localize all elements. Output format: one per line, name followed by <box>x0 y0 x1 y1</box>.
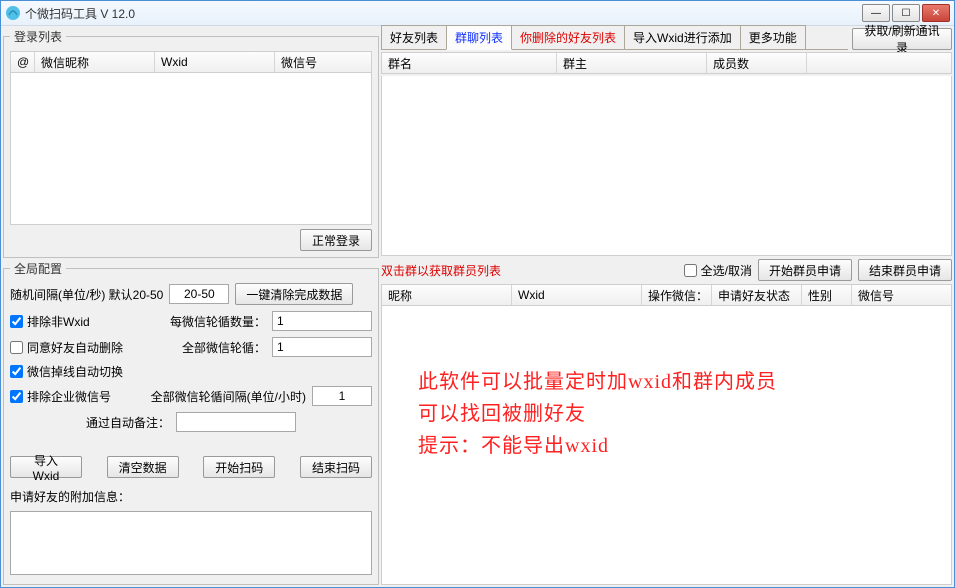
right-top: 好友列表 群聊列表 你删除的好友列表 导入Wxid进行添加 更多功能 获取/刷新… <box>381 28 952 50</box>
group-col-members[interactable]: 成员数 <box>707 53 807 73</box>
app-icon <box>5 5 21 21</box>
mid-bar: 双击群以获取群员列表 全选/取消 开始群员申请 结束群员申请 <box>381 258 952 282</box>
overlay-line2: 可以找回被删好友 <box>418 398 777 430</box>
start-scan-button[interactable]: 开始扫码 <box>203 456 275 478</box>
lower-col-gender[interactable]: 性别 <box>802 285 852 305</box>
group-table-body[interactable] <box>381 76 952 256</box>
tab-friends[interactable]: 好友列表 <box>381 25 447 49</box>
agree-auto-delete-checkbox[interactable] <box>10 341 23 354</box>
tab-groups[interactable]: 群聊列表 <box>446 25 512 50</box>
per-wx-loop-input[interactable] <box>272 311 372 331</box>
per-wx-loop-label: 每微信轮循数量： <box>170 313 266 330</box>
lower-col-wxno[interactable]: 微信号 <box>852 285 951 305</box>
offline-switch-label: 微信掉线自动切换 <box>27 363 123 380</box>
normal-login-button[interactable]: 正常登录 <box>300 229 372 251</box>
login-table-header: @ 微信昵称 Wxid 微信号 <box>10 51 372 73</box>
group-col-blank[interactable] <box>807 53 951 73</box>
tab-import-wxid[interactable]: 导入Wxid进行添加 <box>624 25 741 49</box>
refresh-contacts-button[interactable]: 获取/刷新通讯录 <box>852 28 952 50</box>
right-panel: 好友列表 群聊列表 你删除的好友列表 导入Wxid进行添加 更多功能 获取/刷新… <box>381 28 952 585</box>
import-wxid-button[interactable]: 导入Wxid <box>10 456 82 478</box>
auto-remark-label: 通过自动备注： <box>86 414 170 431</box>
titlebar: 个微扫码工具 V 12.0 — ☐ ✕ <box>1 1 954 26</box>
login-col-nickname[interactable]: 微信昵称 <box>35 52 155 72</box>
clear-complete-button[interactable]: 一键清除完成数据 <box>235 283 353 305</box>
start-member-apply-button[interactable]: 开始群员申请 <box>758 259 852 281</box>
agree-auto-delete-label: 同意好友自动删除 <box>27 339 123 356</box>
login-col-wxno[interactable]: 微信号 <box>275 52 371 72</box>
all-wx-loop-label: 全部微信轮循： <box>182 339 266 356</box>
interval-label: 随机间隔(单位/秒) 默认20-50 <box>10 286 163 303</box>
left-panel: 登录列表 @ 微信昵称 Wxid 微信号 正常登录 全局配置 随机间隔(单位/秒… <box>3 28 379 585</box>
global-config-group: 全局配置 随机间隔(单位/秒) 默认20-50 一键清除完成数据 排除非Wxid… <box>3 260 379 585</box>
group-col-owner[interactable]: 群主 <box>557 53 707 73</box>
tab-bar: 好友列表 群聊列表 你删除的好友列表 导入Wxid进行添加 更多功能 <box>381 28 848 50</box>
minimize-button[interactable]: — <box>862 4 890 22</box>
double-click-hint: 双击群以获取群员列表 <box>381 262 678 279</box>
right-lower: 昵称 Wxid 操作微信： 申请好友状态 性别 微信号 此软件可以批量定时加wx… <box>381 284 952 585</box>
all-wx-interval-input[interactable] <box>312 386 372 406</box>
end-member-apply-button[interactable]: 结束群员申请 <box>858 259 952 281</box>
exclude-non-wxid-label: 排除非Wxid <box>27 313 90 330</box>
tab-deleted-friends[interactable]: 你删除的好友列表 <box>511 25 625 49</box>
all-wx-loop-input[interactable] <box>272 337 372 357</box>
window-title: 个微扫码工具 V 12.0 <box>25 5 862 22</box>
lower-table-header: 昵称 Wxid 操作微信： 申请好友状态 性别 微信号 <box>381 284 952 306</box>
login-list-group: 登录列表 @ 微信昵称 Wxid 微信号 正常登录 <box>3 28 379 258</box>
auto-remark-input[interactable] <box>176 412 296 432</box>
overlay-text: 此软件可以批量定时加wxid和群内成员 可以找回被删好友 提示：不能导出wxid <box>418 366 777 462</box>
lower-col-wxid[interactable]: Wxid <box>512 285 642 305</box>
extra-info-textarea[interactable] <box>10 511 372 575</box>
global-config-legend: 全局配置 <box>10 260 66 277</box>
close-button[interactable]: ✕ <box>922 4 950 22</box>
overlay-line3: 提示：不能导出wxid <box>418 430 777 462</box>
tab-more[interactable]: 更多功能 <box>740 25 806 49</box>
extra-info-label: 申请好友的附加信息： <box>10 488 130 505</box>
group-col-name[interactable]: 群名 <box>382 53 557 73</box>
select-all-label: 全选/取消 <box>701 262 752 279</box>
exclude-non-wxid-checkbox[interactable] <box>10 315 23 328</box>
lower-table-body[interactable]: 此软件可以批量定时加wxid和群内成员 可以找回被删好友 提示：不能导出wxid <box>381 306 952 585</box>
all-wx-interval-label: 全部微信轮循间隔(单位/小时) <box>151 388 306 405</box>
overlay-line1: 此软件可以批量定时加wxid和群内成员 <box>418 366 777 398</box>
offline-switch-checkbox[interactable] <box>10 365 23 378</box>
group-table-header: 群名 群主 成员数 <box>381 52 952 74</box>
maximize-button[interactable]: ☐ <box>892 4 920 22</box>
lower-col-apply-status[interactable]: 申请好友状态 <box>712 285 802 305</box>
interval-input[interactable] <box>169 284 229 304</box>
login-col-at[interactable]: @ <box>11 52 35 72</box>
lower-col-operating-wx[interactable]: 操作微信： <box>642 285 712 305</box>
login-list-legend: 登录列表 <box>10 28 66 45</box>
exclude-enterprise-checkbox[interactable] <box>10 390 23 403</box>
window-controls: — ☐ ✕ <box>862 4 950 22</box>
lower-col-nickname[interactable]: 昵称 <box>382 285 512 305</box>
end-scan-button[interactable]: 结束扫码 <box>300 456 372 478</box>
login-col-wxid[interactable]: Wxid <box>155 52 275 72</box>
clear-data-button[interactable]: 清空数据 <box>107 456 179 478</box>
exclude-enterprise-label: 排除企业微信号 <box>27 388 111 405</box>
content-area: 登录列表 @ 微信昵称 Wxid 微信号 正常登录 全局配置 随机间隔(单位/秒… <box>1 26 954 587</box>
login-table-body[interactable] <box>10 73 372 225</box>
select-all-checkbox[interactable] <box>684 264 697 277</box>
app-window: 个微扫码工具 V 12.0 — ☐ ✕ 登录列表 @ 微信昵称 Wxid 微信号… <box>0 0 955 588</box>
